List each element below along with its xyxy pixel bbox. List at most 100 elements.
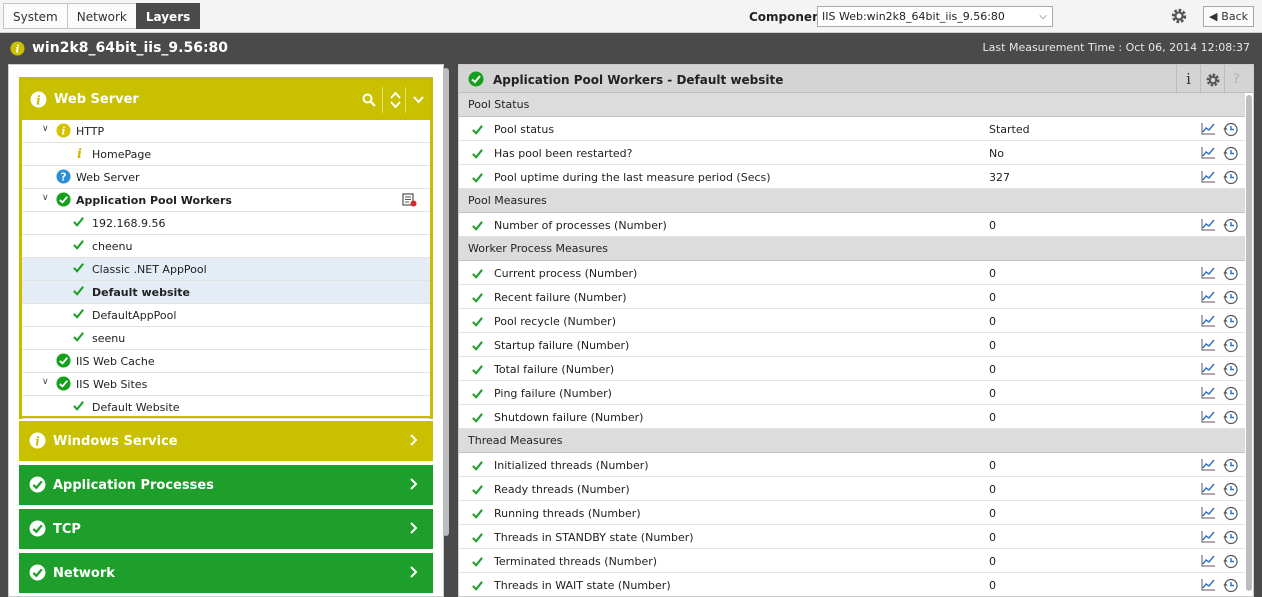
layer-application-processes[interactable]: Application Processes bbox=[19, 465, 433, 505]
measure-name: Has pool been restarted? bbox=[494, 147, 633, 160]
tree-item[interactable]: cheenu bbox=[22, 235, 430, 258]
help-button[interactable]: ? bbox=[1224, 65, 1248, 93]
chevron-right-icon[interactable] bbox=[409, 521, 419, 539]
tab-layers[interactable]: Layers bbox=[135, 3, 201, 29]
check-icon bbox=[471, 147, 484, 163]
gear-icon[interactable] bbox=[1170, 7, 1188, 25]
layer-title: Web Server bbox=[54, 92, 139, 107]
history-icon[interactable] bbox=[1223, 146, 1238, 164]
graph-icon[interactable] bbox=[1201, 458, 1216, 474]
history-icon[interactable] bbox=[1223, 410, 1238, 428]
component-select[interactable]: IIS Web:win2k8_64bit_iis_9.56:80 ⌵ bbox=[817, 6, 1053, 27]
chevron-right-icon[interactable] bbox=[409, 565, 419, 583]
info-i-icon: i bbox=[1186, 70, 1191, 88]
layer-tcp[interactable]: TCP bbox=[19, 509, 433, 549]
divider bbox=[405, 87, 406, 113]
layer-network[interactable]: Network bbox=[19, 553, 433, 593]
tree-item[interactable]: Default Website bbox=[22, 396, 430, 419]
graph-icon[interactable] bbox=[1201, 338, 1216, 354]
left-scrollbar[interactable] bbox=[443, 68, 449, 536]
svg-text:i: i bbox=[35, 434, 39, 448]
svg-text:i: i bbox=[62, 126, 66, 138]
tree-item[interactable]: Classic .NET AppPool bbox=[22, 258, 430, 281]
measure-name: Threads in WAIT state (Number) bbox=[494, 579, 671, 592]
svg-text:i: i bbox=[16, 44, 20, 56]
history-icon[interactable] bbox=[1223, 122, 1238, 140]
tree-item[interactable]: ? Web Server bbox=[22, 166, 430, 189]
graph-icon[interactable] bbox=[1201, 170, 1216, 186]
graph-icon[interactable] bbox=[1201, 530, 1216, 546]
history-icon[interactable] bbox=[1223, 458, 1238, 476]
history-icon[interactable] bbox=[1223, 170, 1238, 188]
graph-icon[interactable] bbox=[1201, 362, 1216, 378]
tab-system[interactable]: System bbox=[3, 3, 68, 29]
chevron-down-icon[interactable] bbox=[412, 90, 425, 110]
chevron-down-icon[interactable]: ∨ bbox=[42, 193, 49, 203]
graph-icon[interactable] bbox=[1201, 578, 1216, 594]
history-icon[interactable] bbox=[1223, 482, 1238, 500]
graph-icon[interactable] bbox=[1201, 314, 1216, 330]
graph-icon[interactable] bbox=[1201, 146, 1216, 162]
expand-collapse-icon[interactable] bbox=[389, 90, 402, 110]
tree-item-label: Web Server bbox=[76, 171, 140, 184]
layer-windows-service[interactable]: i Windows Service bbox=[19, 421, 433, 461]
tree-item[interactable]: ∨ i HTTP bbox=[22, 120, 430, 143]
history-icon[interactable] bbox=[1223, 554, 1238, 572]
history-icon[interactable] bbox=[1223, 290, 1238, 308]
chevron-right-icon[interactable] bbox=[409, 433, 419, 451]
graph-icon[interactable] bbox=[1201, 410, 1216, 426]
tree-item[interactable]: ∨ Application Pool Workers bbox=[22, 189, 430, 212]
graph-icon[interactable] bbox=[1201, 506, 1216, 522]
tree-item-label: 192.168.9.56 bbox=[92, 217, 166, 230]
search-icon[interactable] bbox=[362, 93, 376, 107]
graph-icon[interactable] bbox=[1201, 266, 1216, 282]
history-icon[interactable] bbox=[1223, 530, 1238, 548]
history-icon[interactable] bbox=[1223, 266, 1238, 284]
check-icon bbox=[471, 315, 484, 331]
tree-item[interactable]: seenu bbox=[22, 327, 430, 350]
info-icon: i bbox=[56, 123, 71, 141]
host-name: win2k8_64bit_iis_9.56:80 bbox=[32, 40, 229, 56]
check-icon bbox=[471, 483, 484, 499]
tab-network[interactable]: Network bbox=[66, 3, 137, 29]
measure-name: Total failure (Number) bbox=[494, 363, 615, 376]
info-button[interactable]: i bbox=[1176, 65, 1200, 93]
history-icon[interactable] bbox=[1223, 362, 1238, 380]
tree-item[interactable]: ∨ IIS Web Sites bbox=[22, 373, 430, 396]
chevron-right-icon[interactable] bbox=[409, 477, 419, 495]
chevron-down-icon[interactable]: ∨ bbox=[42, 377, 49, 387]
chevron-down-icon[interactable]: ∨ bbox=[42, 124, 49, 134]
tree-item[interactable]: i HomePage bbox=[22, 143, 430, 166]
tree-item[interactable]: DefaultAppPool bbox=[22, 304, 430, 327]
history-icon[interactable] bbox=[1223, 578, 1238, 596]
measure-row: Shutdown failure (Number) 0 bbox=[459, 405, 1245, 429]
history-icon[interactable] bbox=[1223, 218, 1238, 236]
tree-item[interactable]: 192.168.9.56 bbox=[22, 212, 430, 235]
right-scrollbar[interactable] bbox=[1246, 95, 1252, 591]
history-icon[interactable] bbox=[1223, 338, 1238, 356]
measure-value: 0 bbox=[989, 579, 996, 592]
history-icon[interactable] bbox=[1223, 314, 1238, 332]
graph-icon[interactable] bbox=[1201, 482, 1216, 498]
component-label: Component bbox=[749, 10, 827, 24]
history-icon[interactable] bbox=[1223, 506, 1238, 524]
measure-name: Threads in STANDBY state (Number) bbox=[494, 531, 694, 544]
ok-circle-icon bbox=[29, 520, 46, 541]
back-button[interactable]: ◀ Back bbox=[1203, 6, 1254, 27]
tree-item[interactable]: Default website bbox=[22, 281, 430, 304]
layer-header-web-server[interactable]: i Web Server bbox=[22, 80, 430, 120]
graph-icon[interactable] bbox=[1201, 218, 1216, 234]
ok-circle-icon bbox=[56, 192, 71, 210]
settings-button[interactable] bbox=[1200, 65, 1224, 93]
check-icon bbox=[471, 579, 484, 595]
graph-icon[interactable] bbox=[1201, 554, 1216, 570]
report-icon[interactable] bbox=[402, 193, 417, 210]
graph-icon[interactable] bbox=[1201, 386, 1216, 402]
ok-circle-icon bbox=[29, 476, 46, 497]
top-bar: System Network Layers Component IIS Web:… bbox=[0, 0, 1262, 33]
layer-web-server: i Web Server ∨ i HTTP i HomePage? Web Server ∨… bbox=[19, 77, 433, 419]
graph-icon[interactable] bbox=[1201, 122, 1216, 138]
graph-icon[interactable] bbox=[1201, 290, 1216, 306]
tree-item[interactable]: IIS Web Cache bbox=[22, 350, 430, 373]
history-icon[interactable] bbox=[1223, 386, 1238, 404]
